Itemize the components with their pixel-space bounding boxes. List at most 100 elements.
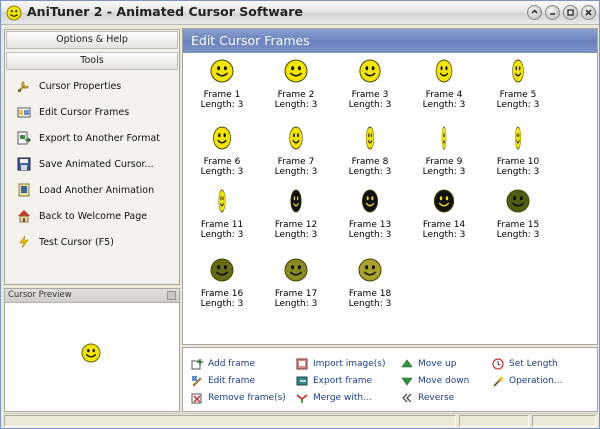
frame-length: Length: 3 — [200, 299, 244, 309]
remove-frame-icon — [191, 393, 202, 404]
frame-thumbnail[interactable]: Frame 14 Length: 3 — [409, 189, 479, 247]
frame-length: Length: 3 — [496, 230, 540, 240]
frames-panel: Edit Cursor Frames Frame 1 Length: 3 Frame… — [182, 28, 598, 345]
preview-smiley-image — [81, 343, 101, 363]
frame-thumbnail[interactable]: Frame 6 Length: 3 — [187, 126, 257, 184]
status-cell-3 — [532, 415, 596, 427]
save-icon — [17, 157, 31, 171]
title-bar[interactable]: AniTuner 2 - Animated Cursor Software — [1, 1, 599, 25]
remove-frames-button[interactable]: Remove frame(s) — [191, 391, 286, 405]
tasks-panel: Options & Help Tools Cursor Properties E… — [4, 29, 180, 285]
cursor-preview-panel: Cursor Preview — [4, 288, 180, 412]
frame-thumbnail[interactable]: Frame 5 Length: 3 — [483, 59, 553, 117]
frame-length: Length: 3 — [348, 299, 392, 309]
sidebar-item-label: Edit Cursor Frames — [39, 106, 130, 118]
smiley-icon — [506, 189, 530, 213]
smiley-icon — [359, 59, 381, 83]
frame-thumbnail[interactable]: Frame 13 Length: 3 — [335, 189, 405, 247]
frame-thumbnail[interactable]: Frame 12 Length: 3 — [261, 189, 331, 247]
frame-thumbnail[interactable]: Frame 8 Length: 3 — [335, 126, 405, 184]
preview-options-button[interactable] — [167, 291, 176, 300]
export-frame-icon — [296, 376, 308, 386]
close-icon[interactable] — [581, 5, 596, 20]
frame-thumbnail[interactable]: Frame 16 Length: 3 — [187, 258, 257, 316]
frame-length: Length: 3 — [274, 167, 318, 177]
export-frame-button[interactable]: Export frame — [296, 374, 372, 388]
sidebar-item-test-cursor[interactable]: Test Cursor (F5) — [17, 233, 177, 251]
smiley-icon — [358, 258, 382, 282]
frame-name: Frame 7 — [277, 157, 315, 167]
sidebar-item-label: Back to Welcome Page — [39, 210, 148, 222]
frame-thumbnail[interactable]: Frame 3 Length: 3 — [335, 59, 405, 117]
frame-thumbnail[interactable]: Frame 11 Length: 3 — [187, 189, 257, 247]
frame-name: Frame 1 — [203, 90, 241, 100]
frame-thumbnail[interactable]: Frame 15 Length: 3 — [483, 189, 553, 247]
frame-name: Frame 10 — [496, 157, 540, 167]
frame-name: Frame 11 — [200, 220, 244, 230]
frame-length: Length: 3 — [200, 100, 244, 110]
import-images-button[interactable]: Import image(s) — [296, 357, 385, 371]
frame-thumbnail[interactable]: Frame 10 Length: 3 — [483, 126, 553, 184]
frame-name: Frame 16 — [200, 289, 244, 299]
reverse-button[interactable]: Reverse — [401, 391, 454, 405]
add-frame-icon — [191, 359, 203, 370]
frame-thumbnail[interactable]: Frame 9 Length: 3 — [409, 126, 479, 184]
frame-length: Length: 3 — [422, 100, 466, 110]
frame-length: Length: 3 — [422, 167, 466, 177]
frame-thumbnail[interactable]: Frame 7 Length: 3 — [261, 126, 331, 184]
frames-panel-title: Edit Cursor Frames — [183, 29, 597, 53]
wrench-icon — [18, 81, 29, 92]
sidebar-item-cursor-properties[interactable]: Cursor Properties — [17, 77, 177, 95]
frame-name: Frame 9 — [425, 157, 463, 167]
frame-length: Length: 3 — [274, 100, 318, 110]
frame-name: Frame 14 — [422, 220, 466, 230]
frame-length: Length: 3 — [274, 299, 318, 309]
maximize-icon[interactable] — [563, 5, 578, 20]
frame-thumbnail[interactable]: Frame 4 Length: 3 — [409, 59, 479, 117]
options-help-header[interactable]: Options & Help — [6, 31, 178, 49]
lightning-icon — [19, 235, 29, 249]
frame-name: Frame 6 — [203, 157, 241, 167]
arrow-up-icon — [401, 359, 413, 368]
reverse-icon — [402, 393, 412, 403]
merge-icon — [296, 394, 308, 403]
frame-name: Frame 4 — [425, 90, 463, 100]
add-frame-button[interactable]: Add frame — [191, 357, 255, 371]
sidebar-item-welcome-page[interactable]: Back to Welcome Page — [17, 207, 177, 225]
frame-length: Length: 3 — [274, 230, 318, 240]
minimize-icon[interactable] — [545, 5, 560, 20]
frame-name: Frame 18 — [348, 289, 392, 299]
sidebar-item-label: Load Another Animation — [39, 184, 155, 196]
sidebar-item-export-format[interactable]: Export to Another Format — [17, 129, 177, 147]
edit-frames-icon — [17, 107, 31, 118]
tools-header[interactable]: Tools — [6, 52, 178, 70]
frame-thumbnail[interactable]: Frame 17 Length: 3 — [261, 258, 331, 316]
status-cell-2 — [459, 415, 529, 427]
frame-name: Frame 3 — [351, 90, 389, 100]
smiley-icon — [284, 59, 308, 83]
smiley-icon — [218, 189, 226, 213]
sidebar-item-save-animated-cursor[interactable]: Save Animated Cursor... — [17, 155, 177, 173]
home-icon — [18, 210, 30, 223]
status-cell-main — [4, 415, 456, 427]
arrow-down-icon — [401, 377, 413, 386]
frame-length: Length: 3 — [348, 167, 392, 177]
sidebar-item-edit-cursor-frames[interactable]: Edit Cursor Frames — [17, 103, 177, 121]
edit-frame-button[interactable]: Edit frame — [191, 374, 255, 388]
move-down-button[interactable]: Move down — [401, 374, 469, 388]
frame-thumbnail[interactable]: Frame 1 Length: 3 — [187, 59, 257, 117]
move-up-button[interactable]: Move up — [401, 357, 456, 371]
operation-button[interactable]: Operation... — [492, 374, 562, 388]
sidebar-item-load-animation[interactable]: Load Another Animation — [17, 181, 177, 199]
frame-thumbnail[interactable]: Frame 18 Length: 3 — [335, 258, 405, 316]
magic-wand-icon — [493, 376, 504, 387]
frame-name: Frame 15 — [496, 220, 540, 230]
frame-length: Length: 3 — [200, 167, 244, 177]
help-icon[interactable] — [527, 5, 542, 20]
frame-thumbnail[interactable]: Frame 2 Length: 3 — [261, 59, 331, 117]
set-length-button[interactable]: Set Length — [492, 357, 558, 371]
frame-name: Frame 8 — [351, 157, 389, 167]
sidebar-item-label: Save Animated Cursor... — [39, 158, 154, 170]
merge-with-button[interactable]: Merge with... — [296, 391, 372, 405]
frame-name: Frame 5 — [499, 90, 537, 100]
